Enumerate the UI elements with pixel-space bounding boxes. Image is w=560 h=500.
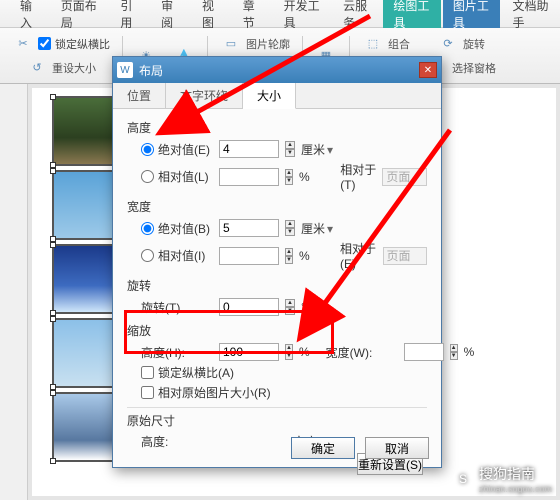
width-relto-label: 相对于(E) <box>340 240 376 271</box>
rotate-icon[interactable]: ⟳ <box>437 33 459 55</box>
watermark: S 搜狗指南 zhinan.sogou.com <box>453 464 552 494</box>
watermark-icon: S <box>453 469 473 489</box>
dlg-tab-position[interactable]: 位置 <box>113 83 166 108</box>
watermark-brand: 搜狗指南 <box>479 466 535 482</box>
scale-w-input[interactable] <box>404 343 444 361</box>
original-size-section: 原始尺寸 <box>127 412 427 429</box>
width-relto-dropdown: 页面 <box>383 247 427 265</box>
scale-w-label: 宽度(W): <box>326 344 398 361</box>
watermark-url: zhinan.sogou.com <box>479 484 552 494</box>
height-rel-radio[interactable]: 相对值(L) <box>141 168 213 185</box>
height-unit-dropdown[interactable]: 厘米 <box>301 141 351 158</box>
scale-w-spinner[interactable]: ▲▼ <box>450 344 458 360</box>
width-unit-dropdown[interactable]: 厘米 <box>301 220 351 237</box>
lock-ratio-checkbox[interactable]: 锁定纵横比 <box>38 36 110 52</box>
vertical-ruler <box>0 84 28 500</box>
group-icon[interactable]: ⬚ <box>362 33 384 55</box>
cancel-button[interactable]: 取消 <box>365 437 429 459</box>
lock-aspect-checkbox[interactable]: 锁定纵横比(A) <box>141 364 234 381</box>
scale-w-unit: % <box>464 345 475 359</box>
rotation-section: 旋转 <box>127 277 427 294</box>
layout-dialog: W 布局 ✕ 位置 文字环绕 大小 高度 绝对值(E) ▲▼ 厘米 相对值(L)… <box>112 56 442 468</box>
crop-icon[interactable]: ✂ <box>12 33 34 55</box>
contour-label: 图片轮廓 <box>246 36 290 52</box>
width-rel-input[interactable] <box>219 247 279 265</box>
width-section: 宽度 <box>127 198 427 215</box>
dialog-titlebar[interactable]: W 布局 ✕ <box>113 57 441 83</box>
width-rel-spinner[interactable]: ▲▼ <box>285 248 293 264</box>
select-pane-label: 选择窗格 <box>452 60 496 76</box>
dialog-app-icon: W <box>117 62 133 78</box>
height-rel-input[interactable] <box>219 168 279 186</box>
width-abs-radio[interactable]: 绝对值(B) <box>141 220 213 237</box>
dlg-tab-wrap[interactable]: 文字环绕 <box>166 83 243 108</box>
ok-button[interactable]: 确定 <box>291 437 355 459</box>
dialog-tabs: 位置 文字环绕 大小 <box>113 83 441 109</box>
ribbon-tabs: 输入 页面布局 引用 审阅 视图 章节 开发工具 云服务 绘图工具 图片工具 文… <box>0 0 560 28</box>
annotation-highlight-box <box>124 310 334 354</box>
orig-h-label: 高度: <box>141 433 201 450</box>
height-relto-label: 相对于(T) <box>340 161 376 192</box>
height-abs-radio[interactable]: 绝对值(E) <box>141 141 213 158</box>
reset-size-icon[interactable]: ↺ <box>26 57 48 79</box>
relative-original-checkbox[interactable]: 相对原始图片大小(R) <box>141 384 271 401</box>
reset-size-label: 重设大小 <box>52 60 96 76</box>
width-rel-unit: % <box>299 249 334 263</box>
width-abs-spinner[interactable]: ▲▼ <box>285 220 295 236</box>
dlg-tab-size[interactable]: 大小 <box>243 83 296 109</box>
close-icon[interactable]: ✕ <box>419 62 437 78</box>
rotate-label: 旋转 <box>463 36 485 52</box>
width-rel-radio[interactable]: 相对值(I) <box>141 247 213 264</box>
dialog-title: 布局 <box>139 62 163 79</box>
height-section: 高度 <box>127 119 427 136</box>
contour-icon[interactable]: ▭ <box>220 33 242 55</box>
height-abs-spinner[interactable]: ▲▼ <box>285 141 295 157</box>
height-rel-spinner[interactable]: ▲▼ <box>285 169 293 185</box>
dialog-body: 高度 绝对值(E) ▲▼ 厘米 相对值(L) ▲▼ % 相对于(T) 页面 宽度… <box>113 109 441 487</box>
width-abs-input[interactable] <box>219 219 279 237</box>
group-label: 组合 <box>388 36 410 52</box>
height-relto-dropdown: 页面 <box>382 168 427 186</box>
height-rel-unit: % <box>299 170 334 184</box>
height-abs-input[interactable] <box>219 140 279 158</box>
